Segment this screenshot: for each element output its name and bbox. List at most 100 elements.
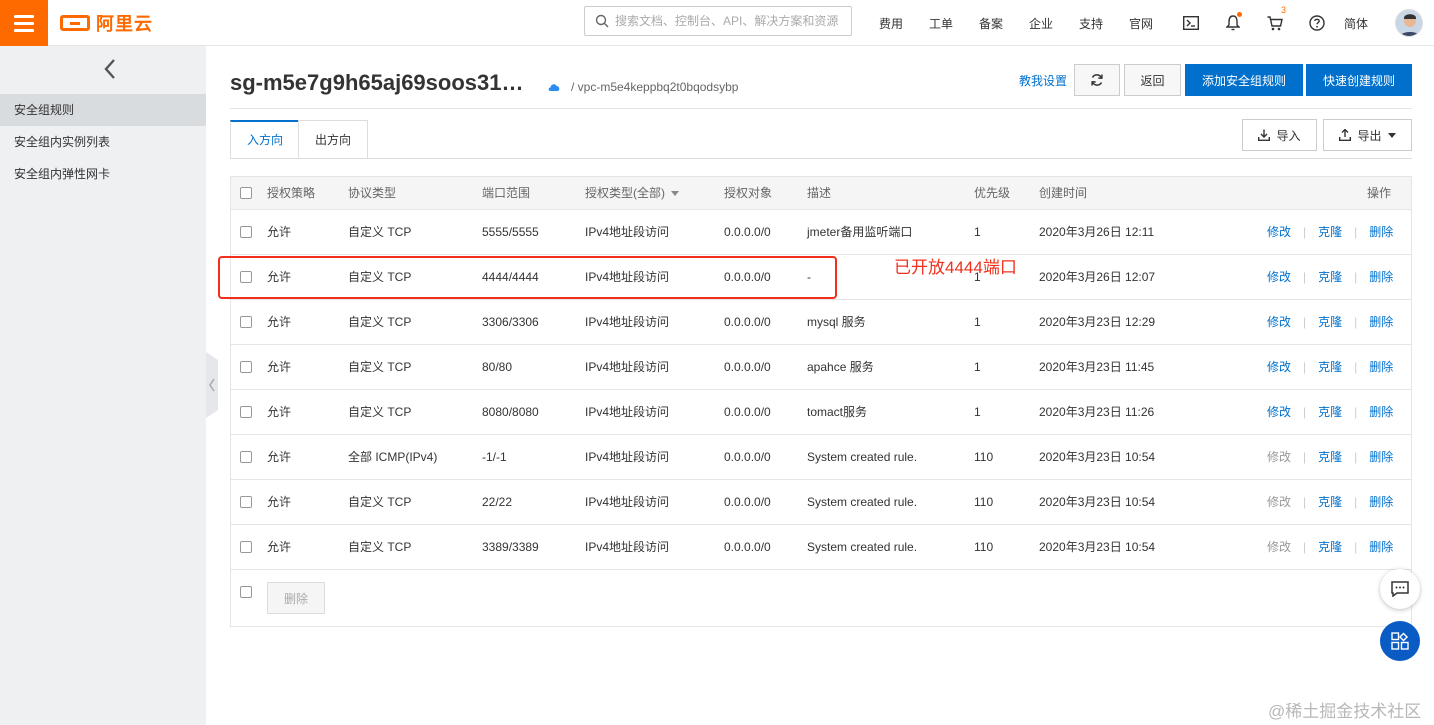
cell-priority: 110 (974, 540, 994, 554)
clone-link[interactable]: 克隆 (1318, 495, 1342, 509)
export-label: 导出 (1357, 128, 1382, 143)
clone-link[interactable]: 克隆 (1318, 540, 1342, 554)
cell-created: 2020年3月26日 12:07 (1039, 270, 1156, 284)
aliyun-logo[interactable]: 阿里云 (60, 11, 153, 35)
chevron-left-icon (209, 378, 215, 392)
back-chevron-icon[interactable] (95, 54, 125, 84)
clone-link[interactable]: 克隆 (1318, 405, 1342, 419)
row-checkbox[interactable] (240, 451, 252, 463)
avatar[interactable] (1395, 9, 1423, 37)
cell-auth-type: IPv4地址段访问 (585, 450, 670, 464)
teach-setup-link[interactable]: 教我设置 (1019, 72, 1067, 89)
nav-enterprise[interactable]: 企业 (1016, 15, 1066, 32)
cell-created: 2020年3月23日 12:29 (1039, 315, 1156, 329)
help-icon[interactable] (1296, 0, 1338, 46)
nav-fees[interactable]: 费用 (866, 15, 916, 32)
cell-policy: 允许 (267, 405, 292, 419)
edit-link[interactable]: 修改 (1267, 405, 1291, 419)
top-nav: 费用 工单 备案 企业 支持 官网 (866, 0, 1166, 46)
col-port: 端口范围 (482, 186, 531, 200)
delete-link[interactable]: 删除 (1369, 495, 1393, 509)
table-row: 允许 自定义 TCP 5555/5555 IPv4地址段访问 0.0.0.0/0 jmet… (231, 210, 1411, 255)
sidebar-item-rules[interactable]: 安全组规则 (0, 94, 206, 126)
language-switch[interactable]: 简体 (1344, 15, 1368, 32)
sidebar-collapse-handle[interactable] (206, 352, 218, 418)
terminal-icon[interactable] (1170, 0, 1212, 46)
quick-create-rule-button[interactable]: 快速创建规则 (1306, 64, 1412, 96)
row-checkbox[interactable] (240, 316, 252, 328)
col-desc: 描述 (807, 186, 832, 200)
delete-link[interactable]: 删除 (1369, 315, 1393, 329)
cell-actions: 修改 | 克隆 | 删除 (1267, 345, 1393, 390)
back-button[interactable]: 返回 (1124, 64, 1181, 96)
row-checkbox[interactable] (240, 226, 252, 238)
annotation-text: 已开放4444端口 (894, 258, 1017, 277)
clone-link[interactable]: 克隆 (1318, 270, 1342, 284)
apps-button[interactable] (1380, 621, 1420, 661)
action-separator: | (1354, 540, 1358, 554)
col-auth-type-filter[interactable]: 授权类型(全部) (585, 177, 679, 210)
chat-button[interactable] (1380, 569, 1420, 609)
edit-link[interactable]: 修改 (1267, 225, 1291, 239)
header-divider (230, 108, 1412, 109)
cell-target: 0.0.0.0/0 (724, 450, 771, 464)
footer-select-all-checkbox[interactable] (240, 586, 252, 598)
clone-link[interactable]: 克隆 (1318, 450, 1342, 464)
notification-dot (1237, 12, 1242, 17)
refresh-icon (1091, 74, 1103, 86)
cell-target: 0.0.0.0/0 (724, 405, 771, 419)
rules-table: 授权策略 协议类型 端口范围 授权类型(全部) 授权对象 描述 优先级 创建时间… (230, 176, 1412, 627)
nav-support[interactable]: 支持 (1066, 15, 1116, 32)
cell-protocol: 自定义 TCP (348, 360, 412, 374)
table-row: 允许 自定义 TCP 8080/8080 IPv4地址段访问 0.0.0.0/0 toma… (231, 390, 1411, 435)
delete-link[interactable]: 删除 (1369, 540, 1393, 554)
chat-icon (1391, 581, 1409, 597)
row-checkbox[interactable] (240, 361, 252, 373)
cart-icon[interactable]: 3 (1254, 0, 1296, 46)
hamburger-menu-button[interactable] (0, 0, 48, 46)
row-checkbox[interactable] (240, 406, 252, 418)
delete-link[interactable]: 删除 (1369, 270, 1393, 284)
search-box[interactable] (584, 6, 852, 36)
delete-link[interactable]: 删除 (1369, 360, 1393, 374)
tab-outbound[interactable]: 出方向 (298, 120, 369, 159)
tab-inbound[interactable]: 入方向 (230, 120, 301, 159)
edit-link[interactable]: 修改 (1267, 270, 1291, 284)
refresh-button[interactable] (1074, 64, 1120, 96)
cart-badge: 3 (1280, 5, 1286, 15)
action-separator: | (1303, 315, 1307, 329)
nav-official-site[interactable]: 官网 (1116, 15, 1166, 32)
nav-icp[interactable]: 备案 (966, 15, 1016, 32)
table-row: 允许 自定义 TCP 3389/3389 IPv4地址段访问 0.0.0.0/0 Syst… (231, 525, 1411, 570)
export-button[interactable]: 导出 (1323, 119, 1412, 151)
batch-delete-button[interactable]: 删除 (267, 582, 325, 614)
search-input[interactable] (615, 14, 851, 28)
sidebar-item-enis[interactable]: 安全组内弹性网卡 (0, 158, 206, 190)
cell-auth-type: IPv4地址段访问 (585, 540, 670, 554)
row-checkbox[interactable] (240, 496, 252, 508)
delete-link[interactable]: 删除 (1369, 450, 1393, 464)
cell-actions: 修改 | 克隆 | 删除 (1267, 435, 1393, 480)
cell-protocol: 自定义 TCP (348, 315, 412, 329)
sidebar-item-instances[interactable]: 安全组内实例列表 (0, 126, 206, 158)
delete-link[interactable]: 删除 (1369, 405, 1393, 419)
import-button[interactable]: 导入 (1242, 119, 1317, 151)
delete-link[interactable]: 删除 (1369, 225, 1393, 239)
clone-link[interactable]: 克隆 (1318, 315, 1342, 329)
add-rule-button[interactable]: 添加安全组规则 (1185, 64, 1303, 96)
clone-link[interactable]: 克隆 (1318, 225, 1342, 239)
select-all-checkbox[interactable] (240, 187, 252, 199)
col-target: 授权对象 (724, 186, 773, 200)
import-label: 导入 (1276, 128, 1301, 143)
table-row: 允许 自定义 TCP 22/22 IPv4地址段访问 0.0.0.0/0 System c… (231, 480, 1411, 525)
edit-link[interactable]: 修改 (1267, 360, 1291, 374)
row-checkbox[interactable] (240, 541, 252, 553)
edit-link: 修改 (1267, 450, 1292, 464)
cell-priority: 110 (974, 450, 994, 464)
nav-tickets[interactable]: 工单 (916, 15, 966, 32)
bell-icon[interactable] (1212, 0, 1254, 46)
cell-policy: 允许 (267, 540, 292, 554)
vpc-id[interactable]: / vpc-m5e4keppbq2t0bqodsybp (571, 80, 738, 94)
edit-link[interactable]: 修改 (1267, 315, 1291, 329)
clone-link[interactable]: 克隆 (1318, 360, 1342, 374)
